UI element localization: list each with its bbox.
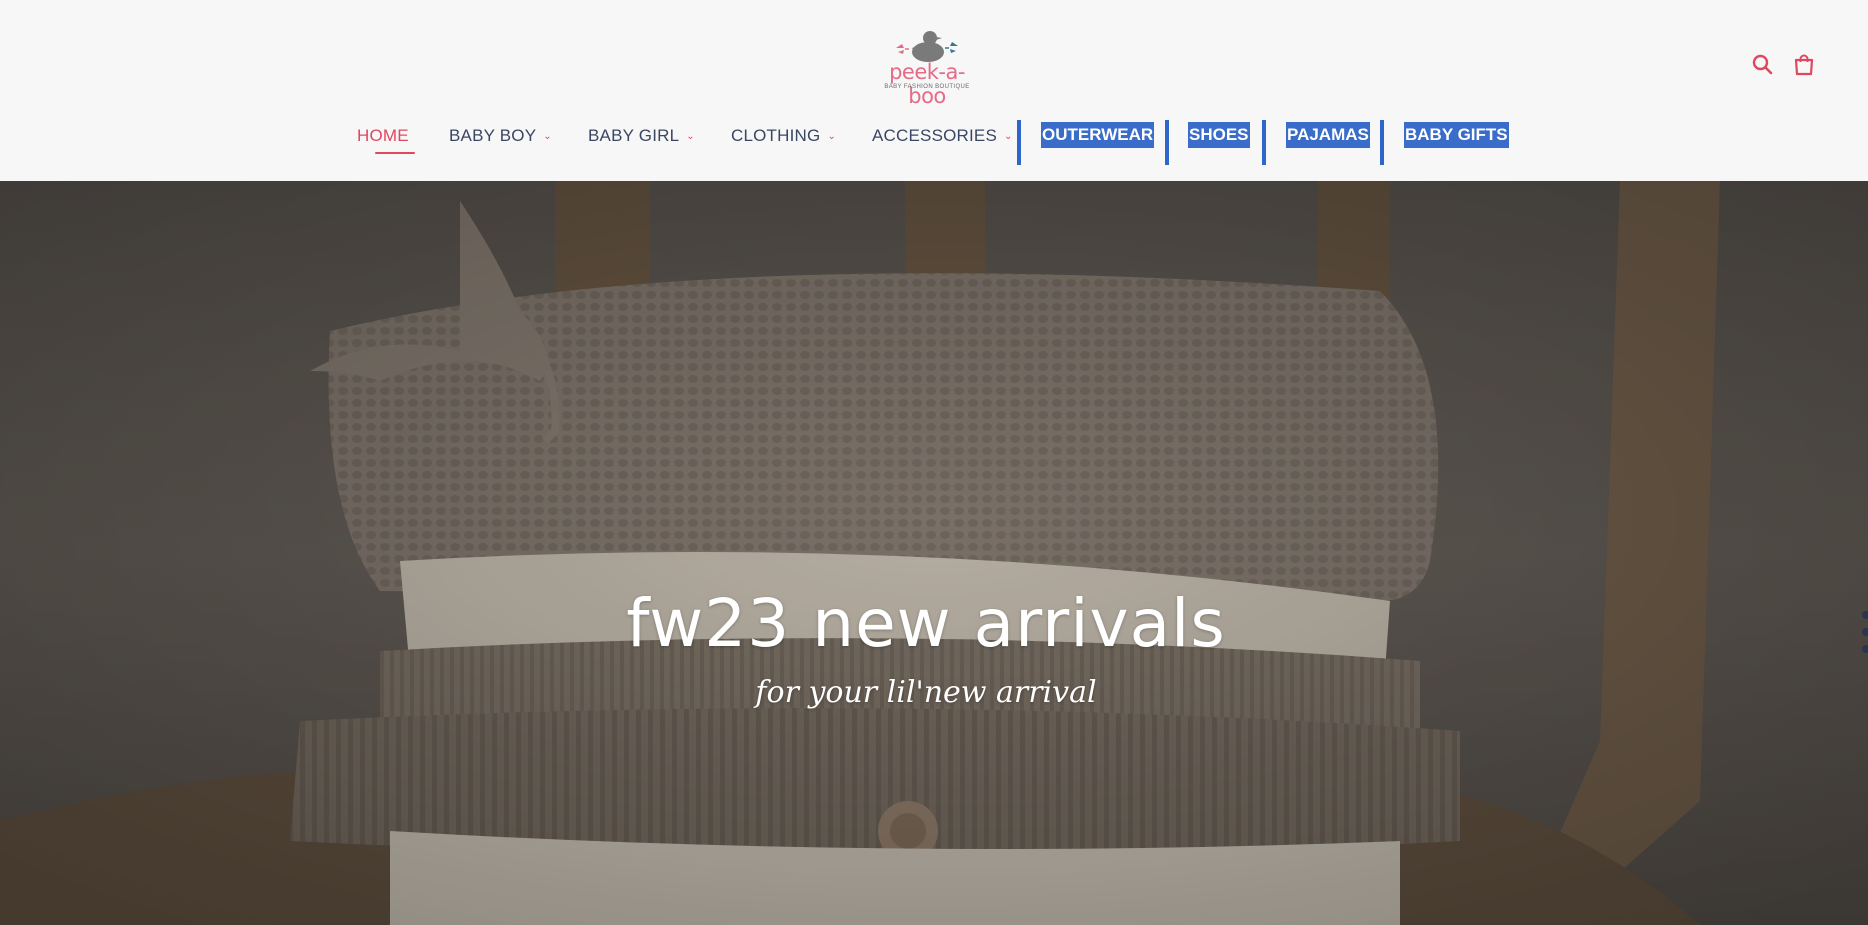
nav-item-pajamas[interactable]: PAJAMAS <box>1286 122 1370 148</box>
nav-divider <box>1017 120 1021 165</box>
site-logo[interactable]: peek-a-boo BABY FASHION BOUTIQUE <box>872 26 982 108</box>
nav-label: HOME <box>357 126 409 145</box>
nav-item-shoes[interactable]: SHOES <box>1188 122 1250 148</box>
nav-item-clothing[interactable]: CLOTHING ⌄ <box>731 126 836 152</box>
nav-label: ACCESSORIES <box>872 126 998 145</box>
slider-dots[interactable] <box>1862 611 1868 661</box>
nav-label: BABY GIRL <box>588 126 680 145</box>
nav-item-accessories[interactable]: ACCESSORIES ⌄ <box>872 126 1013 152</box>
nav-item-baby-girl[interactable]: BABY GIRL ⌄ <box>588 126 695 152</box>
cart-button[interactable] <box>1791 52 1817 78</box>
nav-label: CLOTHING <box>731 126 821 145</box>
search-icon <box>1752 54 1773 75</box>
nav-divider <box>1165 120 1169 165</box>
nav-item-home[interactable]: HOME <box>357 126 415 154</box>
nav-divider <box>1380 120 1384 165</box>
search-button[interactable] <box>1750 52 1776 78</box>
active-underline <box>375 152 415 154</box>
nav-item-baby-boy[interactable]: BABY BOY ⌄ <box>449 126 552 152</box>
logo-tagline: BABY FASHION BOUTIQUE <box>884 84 970 90</box>
slider-dot[interactable] <box>1862 628 1868 636</box>
nav-item-outerwear[interactable]: OUTERWEAR <box>1041 122 1155 148</box>
hero-title: fw23 new arrivals <box>626 585 1226 662</box>
chevron-down-icon: ⌄ <box>827 131 837 142</box>
slider-dot[interactable] <box>1862 611 1868 619</box>
chevron-down-icon: ⌄ <box>543 131 552 142</box>
chevron-down-icon: ⌄ <box>686 131 695 142</box>
nav-item-baby-gifts[interactable]: BABY GIFTS <box>1404 122 1509 148</box>
site-header: peek-a-boo BABY FASHION BOUTIQUE HOME BA… <box>0 0 1868 181</box>
nav-label: BABY BOY <box>449 126 537 145</box>
main-nav: HOME BABY BOY ⌄ BABY GIRL ⌄ CLOTHING ⌄ ACCE… <box>0 120 1868 165</box>
slider-dot[interactable] <box>1862 645 1868 653</box>
hero-image-knit-stack <box>0 181 1868 925</box>
nav-divider <box>1262 120 1266 165</box>
shopping-bag-icon <box>1794 54 1814 76</box>
hero-subtitle: for your lil'new arrival <box>755 675 1097 710</box>
hero-banner[interactable]: fw23 new arrivals for your lil'new arriv… <box>0 181 1868 925</box>
chevron-down-icon: ⌄ <box>1004 131 1013 142</box>
